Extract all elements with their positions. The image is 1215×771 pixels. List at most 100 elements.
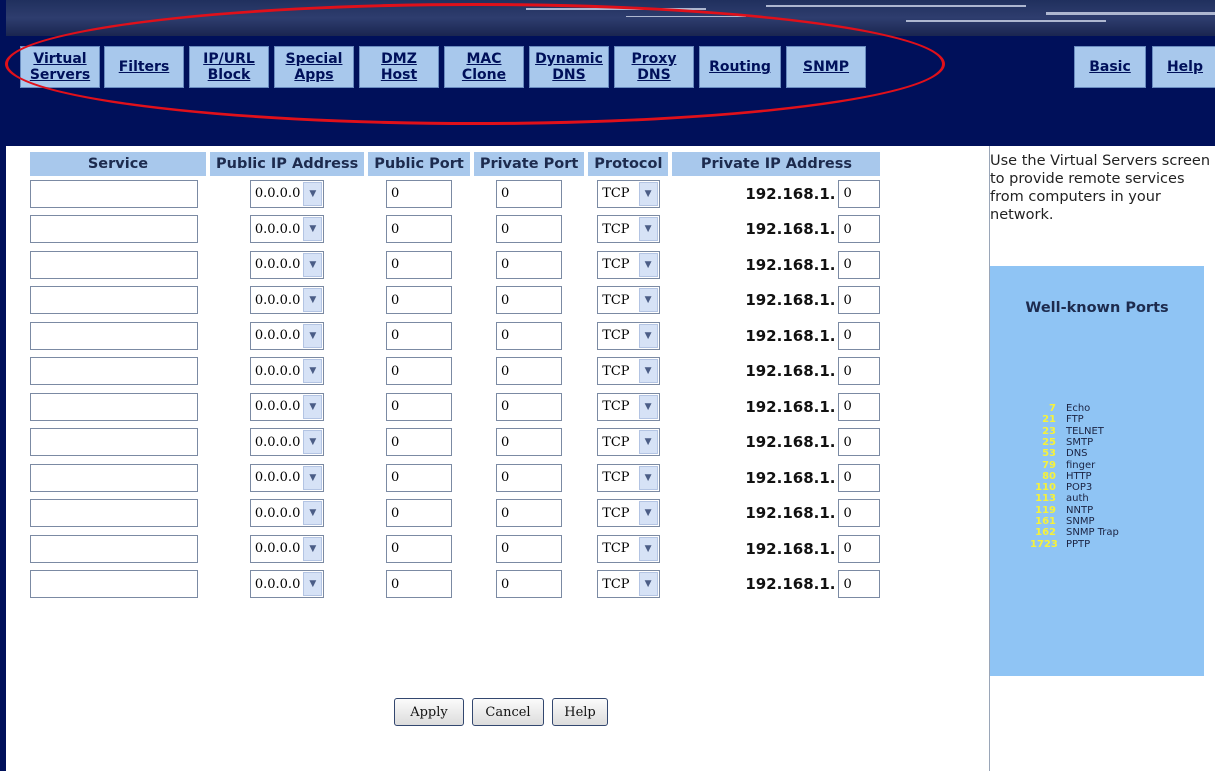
port-list-item: 80 HTTP xyxy=(1030,470,1092,482)
private-port-input[interactable] xyxy=(496,357,563,386)
private-ip-last-octet-input[interactable] xyxy=(838,250,881,279)
header-public-port: Public Port xyxy=(368,152,470,176)
service-name-input[interactable] xyxy=(30,286,198,315)
protocol-select[interactable]: TCP ▼ xyxy=(597,215,660,244)
help-nav-button[interactable]: Help xyxy=(1152,46,1215,88)
private-port-input[interactable] xyxy=(496,286,563,315)
public-port-input[interactable] xyxy=(386,357,453,386)
public-port-input[interactable] xyxy=(386,499,453,528)
private-ip-last-octet-input[interactable] xyxy=(838,321,881,350)
service-name-input[interactable] xyxy=(30,428,198,457)
private-ip-last-octet-input[interactable] xyxy=(838,463,881,492)
public-ip-select[interactable]: 0.0.0.0 ▼ xyxy=(249,499,325,528)
private-port-input[interactable] xyxy=(496,428,563,457)
tab-routing[interactable]: Routing xyxy=(699,46,781,88)
protocol-select[interactable]: TCP ▼ xyxy=(597,357,660,386)
public-port-input[interactable] xyxy=(386,215,453,244)
tab-special-apps[interactable]: Special Apps xyxy=(274,46,354,88)
public-ip-select[interactable]: 0.0.0.0 ▼ xyxy=(249,570,325,599)
tab-virtual-servers[interactable]: Virtual Servers xyxy=(20,46,100,88)
protocol-select[interactable]: TCP ▼ xyxy=(597,250,660,279)
public-port-input[interactable] xyxy=(386,286,453,315)
protocol-select[interactable]: TCP ▼ xyxy=(597,392,660,421)
private-ip-last-octet-input[interactable] xyxy=(838,392,881,421)
tab-dmz-host[interactable]: DMZ Host xyxy=(359,46,439,88)
apply-button[interactable]: Apply xyxy=(394,698,464,726)
private-port-input[interactable] xyxy=(496,321,563,350)
tab-proxy-dns[interactable]: Proxy DNS xyxy=(614,46,694,88)
service-name-input[interactable] xyxy=(30,357,198,386)
service-name-input[interactable] xyxy=(30,463,198,492)
service-name-input[interactable] xyxy=(30,179,198,208)
cancel-button[interactable]: Cancel xyxy=(472,698,544,726)
tab-dynamic-dns[interactable]: Dynamic DNS xyxy=(529,46,609,88)
private-ip-last-octet-input[interactable] xyxy=(838,499,881,528)
public-ip-select[interactable]: 0.0.0.0 ▼ xyxy=(249,428,325,457)
private-ip-last-octet-input[interactable] xyxy=(838,179,881,208)
public-port-input[interactable] xyxy=(386,179,453,208)
private-port-input[interactable] xyxy=(496,215,563,244)
table-row: 0.0.0.0▼ TCP▼ 192.168.1. xyxy=(30,176,881,212)
private-port-input[interactable] xyxy=(496,534,563,563)
private-port-input[interactable] xyxy=(496,570,563,599)
public-port-input[interactable] xyxy=(386,570,453,599)
public-ip-select[interactable]: 0.0.0.0 ▼ xyxy=(249,250,325,279)
protocol-select[interactable]: TCP ▼ xyxy=(597,428,660,457)
protocol-select[interactable]: TCP ▼ xyxy=(597,179,660,208)
protocol-select[interactable]: TCP ▼ xyxy=(597,534,660,563)
public-port-input[interactable] xyxy=(386,428,453,457)
protocol-select[interactable]: TCP ▼ xyxy=(597,463,660,492)
tab-snmp[interactable]: SNMP xyxy=(786,46,866,88)
protocol-select[interactable]: TCP ▼ xyxy=(597,499,660,528)
public-ip-select[interactable]: 0.0.0.0 ▼ xyxy=(249,179,325,208)
private-port-input[interactable] xyxy=(496,179,563,208)
public-port-input[interactable] xyxy=(386,321,453,350)
help-button[interactable]: Help xyxy=(552,698,608,726)
private-port-input[interactable] xyxy=(496,250,563,279)
public-ip-select[interactable]: 0.0.0.0 ▼ xyxy=(249,392,325,421)
chevron-down-icon: ▼ xyxy=(303,536,323,561)
port-service-name: TELNET xyxy=(1066,425,1104,437)
public-port-input[interactable] xyxy=(386,250,453,279)
private-ip-last-octet-input[interactable] xyxy=(838,215,881,244)
public-port-input[interactable] xyxy=(386,534,453,563)
private-ip-last-octet-input[interactable] xyxy=(838,428,881,457)
tab-mac-clone[interactable]: MAC Clone xyxy=(444,46,524,88)
service-name-input[interactable] xyxy=(30,321,198,350)
port-number: 53 xyxy=(1042,448,1056,460)
service-name-input[interactable] xyxy=(30,570,198,599)
private-port-input[interactable] xyxy=(496,499,563,528)
service-name-input[interactable] xyxy=(30,392,198,421)
private-port-input[interactable] xyxy=(496,392,563,421)
tab-filters[interactable]: Filters xyxy=(104,46,184,88)
service-name-input[interactable] xyxy=(30,534,198,563)
protocol-value: TCP xyxy=(602,470,630,486)
private-ip-last-octet-input[interactable] xyxy=(838,534,881,563)
nav-bar: Virtual Servers Filters IP/URL Block Spe… xyxy=(6,36,1215,146)
public-ip-select[interactable]: 0.0.0.0 ▼ xyxy=(249,321,325,350)
service-name-input[interactable] xyxy=(30,499,198,528)
public-ip-select[interactable]: 0.0.0.0 ▼ xyxy=(249,357,325,386)
private-ip-last-octet-input[interactable] xyxy=(838,357,881,386)
port-service-name: HTTP xyxy=(1066,470,1092,482)
public-port-input[interactable] xyxy=(386,463,453,492)
private-ip-last-octet-input[interactable] xyxy=(838,570,881,599)
protocol-select[interactable]: TCP ▼ xyxy=(597,321,660,350)
port-list-item: 21 FTP xyxy=(1030,415,1084,425)
public-ip-select[interactable]: 0.0.0.0 ▼ xyxy=(249,215,325,244)
public-ip-select[interactable]: 0.0.0.0 ▼ xyxy=(249,534,325,563)
service-name-input[interactable] xyxy=(30,250,198,279)
public-ip-select[interactable]: 0.0.0.0 ▼ xyxy=(249,286,325,315)
private-ip-last-octet-input[interactable] xyxy=(838,286,881,315)
protocol-select[interactable]: TCP ▼ xyxy=(597,286,660,315)
private-port-input[interactable] xyxy=(496,463,563,492)
port-number: 80 xyxy=(1042,470,1056,482)
port-number: 25 xyxy=(1042,436,1056,448)
chevron-down-icon: ▼ xyxy=(303,359,323,384)
public-ip-select[interactable]: 0.0.0.0 ▼ xyxy=(249,463,325,492)
public-port-input[interactable] xyxy=(386,392,453,421)
basic-button[interactable]: Basic xyxy=(1074,46,1146,88)
tab-ip-url-block[interactable]: IP/URL Block xyxy=(189,46,269,88)
service-name-input[interactable] xyxy=(30,215,198,244)
protocol-select[interactable]: TCP ▼ xyxy=(597,570,660,599)
